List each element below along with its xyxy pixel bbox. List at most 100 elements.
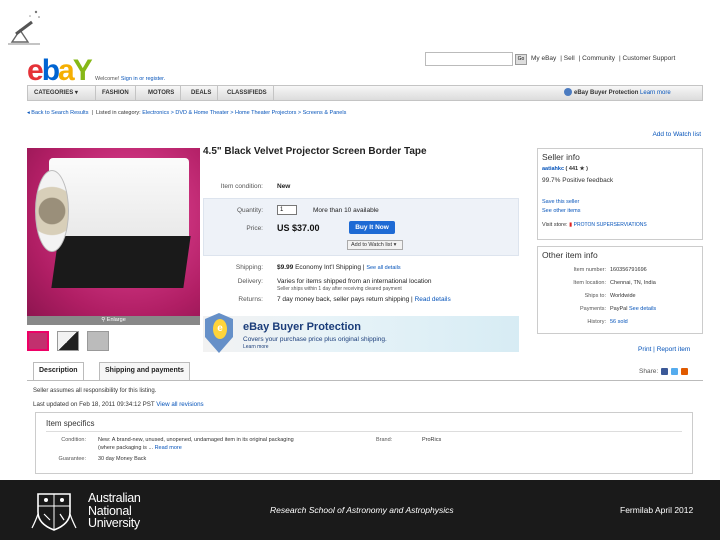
- chevron-down-icon: ▾: [393, 242, 397, 248]
- returns-label: Returns:: [238, 296, 263, 303]
- protection-subtext: Covers your purchase price plus original…: [243, 336, 387, 343]
- store-link[interactable]: PROTON SUPERSERVIATIONS: [574, 222, 647, 228]
- search-input[interactable]: [425, 52, 513, 66]
- tab-classifieds[interactable]: CLASSIFIEDS: [221, 86, 274, 100]
- back-to-results-link[interactable]: Back to Search Results: [31, 110, 88, 116]
- tab-shipping-and-payments[interactable]: Shipping and payments: [99, 362, 190, 380]
- welcome-text: Welcome! Sign in or register.: [95, 76, 166, 82]
- other-items-link[interactable]: See other items: [542, 208, 581, 214]
- share-bar: Share:: [639, 368, 689, 375]
- available-text: More than 10 available: [313, 207, 379, 214]
- footer-date: Fermilab April 2012: [620, 505, 694, 515]
- thumbnail-1[interactable]: [27, 331, 49, 351]
- shield-icon: [564, 88, 572, 97]
- spec-guarantee-value: 30 day Money Back: [98, 456, 147, 462]
- breadcrumb: ◂ Back to Search Results | Listed in cat…: [27, 110, 347, 116]
- tab-categories[interactable]: CATEGORIES ▾: [28, 86, 96, 100]
- tab-divider: [27, 380, 703, 381]
- spec-brand-value: ProRics: [422, 437, 442, 443]
- returns-value: 7 day money back, seller pays return shi…: [277, 296, 451, 303]
- item-location-value: Chennai, TN, India: [610, 280, 656, 286]
- top-links: My eBay | Sell | Community | Customer Suppo…: [531, 55, 676, 62]
- facebook-icon[interactable]: [661, 368, 669, 375]
- chevron-down-icon: ▾: [74, 90, 78, 96]
- item-specifics-heading: Item specifics: [46, 419, 95, 428]
- ships-to-value: Worldwide: [610, 293, 636, 299]
- spec-condition-more: (where packaging is ... Read more: [98, 445, 182, 451]
- email-icon[interactable]: [681, 368, 689, 375]
- visit-store: Visit store: ▮ PROTON SUPERSERVIATIONS: [542, 222, 647, 228]
- add-to-watch-list-button[interactable]: Add to Watch list ▾: [347, 240, 403, 250]
- item-number-value: 160356791696: [610, 267, 647, 273]
- seller-name[interactable]: aatiahkc ( 441 ★ ): [542, 166, 588, 172]
- print-link[interactable]: Print: [638, 346, 651, 353]
- anu-crest-icon: [31, 493, 77, 531]
- shipping-label: Shipping:: [235, 264, 263, 271]
- item-photo[interactable]: [27, 148, 200, 316]
- tab-deals[interactable]: DEALS: [185, 86, 219, 100]
- tab-fashion[interactable]: FASHION: [96, 86, 136, 100]
- delivery-note: Seller ships within 1 day after receivin…: [277, 286, 402, 292]
- shield-icon: e: [205, 313, 233, 353]
- buyer-protection-link[interactable]: eBay Buyer Protection Learn more: [564, 88, 702, 99]
- positive-feedback: 99.7% Positive feedback: [542, 177, 614, 184]
- sign-in-link[interactable]: Sign in or register.: [121, 76, 165, 82]
- price-label: Price:: [246, 225, 263, 232]
- print-report: Print | Report item: [638, 346, 691, 353]
- item-title: 4.5" Black Velvet Projector Screen Borde…: [203, 146, 427, 157]
- protection-heading: eBay Buyer Protection: [243, 321, 361, 333]
- payments-value: PayPal See details: [610, 306, 657, 312]
- community-link[interactable]: Community: [582, 55, 615, 62]
- footer-department: Research School of Astronomy and Astroph…: [270, 505, 454, 515]
- read-more-link[interactable]: Read more: [155, 445, 182, 451]
- shipping-value: $9.99 Economy Int'l Shipping | See all d…: [277, 264, 401, 271]
- last-updated: Last updated on Feb 18, 2011 09:34:12 PS…: [33, 401, 204, 408]
- slide: Go My eBay | Sell | Community | Customer Su…: [0, 0, 720, 540]
- seller-responsibility-note: Seller assumes all responsibility for th…: [33, 388, 157, 394]
- my-ebay-link[interactable]: My eBay: [531, 55, 556, 62]
- back-arrow-icon: ◂: [27, 110, 30, 116]
- seller-info-panel: Seller info aatiahkc ( 441 ★ ) 99.7% Pos…: [537, 148, 703, 240]
- tab-motors[interactable]: MOTORS: [142, 86, 182, 100]
- spec-guarantee-label: Guarantee:: [58, 456, 86, 462]
- other-item-info-panel: Other item info Item number: 16035679169…: [537, 246, 703, 334]
- condition-label: Item condition:: [220, 183, 263, 190]
- payments-label: Payments:: [580, 306, 606, 312]
- magnifier-icon: ⚲: [101, 317, 106, 323]
- twitter-icon[interactable]: [671, 368, 679, 375]
- ebay-screenshot: Go My eBay | Sell | Community | Customer Su…: [27, 50, 703, 478]
- ships-to-label: Ships to:: [584, 293, 606, 299]
- history-label: History:: [587, 319, 606, 325]
- see-all-details-link[interactable]: See all details: [366, 265, 400, 271]
- category-path-link[interactable]: Electronics > DVD & Home Theater > Home …: [142, 110, 346, 116]
- category-nav: CATEGORIES ▾ FASHION MOTORS DEALS CLASSI…: [27, 85, 703, 101]
- quantity-input[interactable]: 1: [277, 205, 297, 215]
- see-payment-details-link[interactable]: See details: [629, 306, 656, 312]
- spec-brand-label: Brand:: [376, 437, 393, 443]
- quantity-label: Quantity:: [236, 207, 263, 214]
- other-item-info-heading: Other item info: [542, 250, 598, 260]
- save-seller-link[interactable]: Save this seller: [542, 199, 579, 205]
- delivery-value: Varies for items shipped from an interna…: [277, 278, 432, 285]
- report-item-link[interactable]: Report item: [657, 346, 691, 353]
- go-button[interactable]: Go: [515, 54, 527, 65]
- spec-condition-value: New: A brand-new, unused, unopened, unda…: [98, 437, 294, 443]
- history-value[interactable]: 56 sold: [610, 319, 628, 325]
- tab-description[interactable]: Description: [33, 362, 84, 381]
- thumbnail-2[interactable]: [57, 331, 79, 351]
- buyer-protection-banner[interactable]: e eBay Buyer Protection Covers your purc…: [203, 313, 519, 353]
- sell-link[interactable]: Sell: [564, 55, 575, 62]
- seller-info-heading: Seller info: [542, 152, 580, 162]
- spec-condition-label: Condition:: [61, 437, 86, 443]
- protection-learn-more-link[interactable]: Learn more: [243, 344, 269, 350]
- thumbnail-3[interactable]: [87, 331, 109, 351]
- customer-support-link[interactable]: Customer Support: [623, 55, 676, 62]
- ebay-logo[interactable]: ebaY: [27, 56, 93, 86]
- add-to-watch-list-link[interactable]: Add to Watch list: [652, 131, 701, 138]
- buy-it-now-button[interactable]: Buy It Now: [349, 221, 395, 234]
- enlarge-button[interactable]: ⚲ Enlarge: [27, 316, 200, 325]
- store-icon: ▮: [569, 222, 573, 228]
- view-revisions-link[interactable]: View all revisions: [156, 401, 203, 408]
- read-details-link[interactable]: Read details: [415, 296, 451, 303]
- rsaa-telescope-icon: [8, 10, 40, 45]
